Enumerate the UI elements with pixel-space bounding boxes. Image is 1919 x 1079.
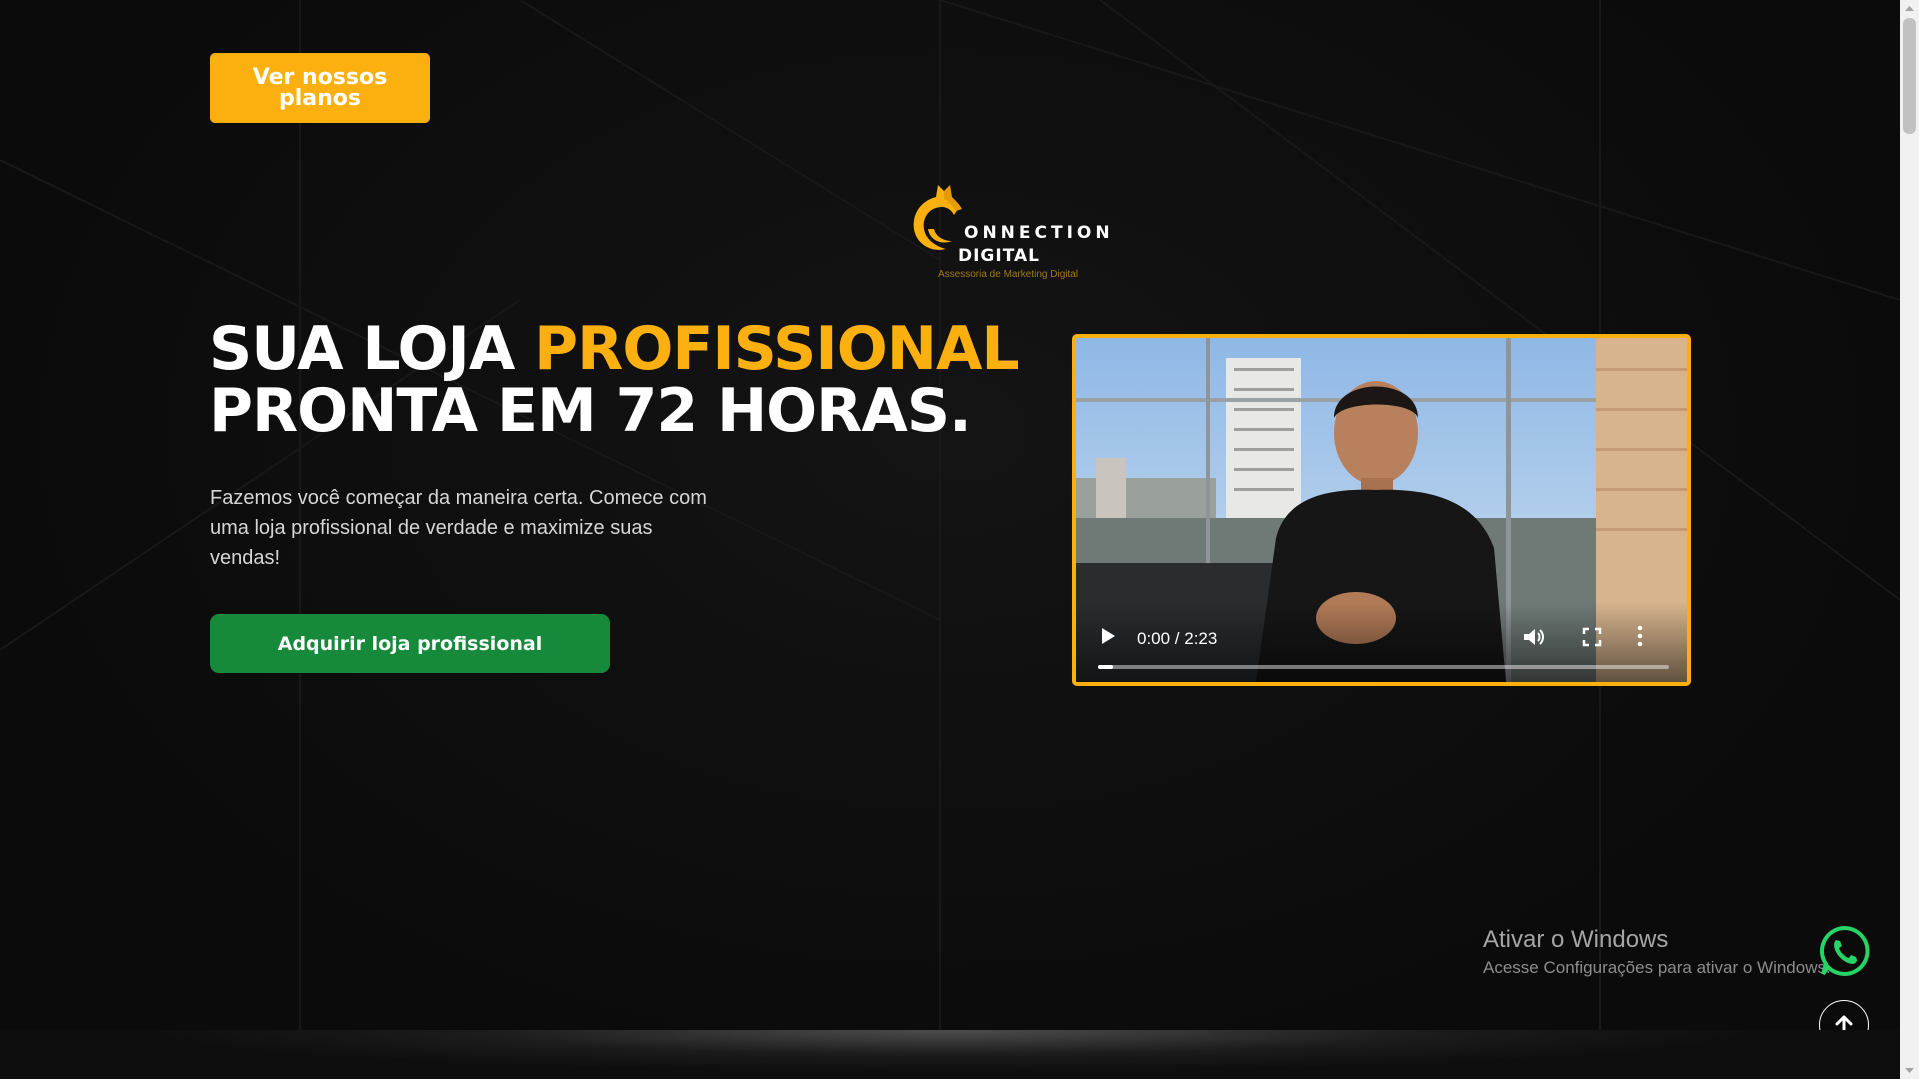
watermark-title: Ativar o Windows xyxy=(1483,926,1669,953)
logo-word-digital: DIGITAL xyxy=(958,246,1040,266)
hero-headline: SUA LOJA PROFISSIONAL PRONTA EM 72 HORAS. xyxy=(209,318,1020,442)
scrollbar-thumb[interactable] xyxy=(1903,18,1916,134)
fullscreen-icon[interactable] xyxy=(1582,627,1602,647)
video-player[interactable]: 0:00 / 2:23 xyxy=(1072,334,1691,686)
hero-subtext: Fazemos você começar da maneira certa. C… xyxy=(210,487,707,569)
more-options-icon[interactable] xyxy=(1636,624,1644,648)
video-time: 0:00 / 2:23 xyxy=(1137,629,1218,648)
volume-icon[interactable] xyxy=(1522,626,1546,648)
next-section-preview xyxy=(0,1030,1900,1079)
windows-activation-watermark: Ativar o Windows Acesse Configurações pa… xyxy=(1483,925,1831,979)
whatsapp-icon[interactable] xyxy=(1818,924,1872,978)
logo-tagline: Assessoria de Marketing Digital xyxy=(938,269,1079,280)
video-progress-fill xyxy=(1098,665,1113,669)
logo-word-connection: ONNECTION xyxy=(964,223,1114,243)
watermark-subtitle: Acesse Configurações para ativar o Windo… xyxy=(1483,958,1831,977)
plans-button[interactable]: Ver nossos planos xyxy=(210,53,430,123)
buy-store-button[interactable]: Adquirir loja profissional xyxy=(210,614,610,673)
scroll-up-arrow-icon[interactable] xyxy=(1900,0,1919,17)
video-progress-bar[interactable] xyxy=(1098,665,1669,669)
play-icon[interactable] xyxy=(1098,626,1118,646)
page-scrollbar[interactable] xyxy=(1900,0,1919,1079)
brand-logo[interactable]: ONNECTION DIGITAL Assessoria de Marketin… xyxy=(908,183,1113,283)
landing-page: Ver nossos planos ONNECTION DIGITAL Asse… xyxy=(0,0,1900,1079)
headline-accent: PROFISSIONAL xyxy=(534,314,1019,384)
scroll-down-arrow-icon[interactable] xyxy=(1900,1062,1919,1079)
video-controls: 0:00 / 2:23 xyxy=(1076,602,1687,682)
headline-part1: SUA LOJA xyxy=(209,314,535,384)
headline-line2: PRONTA EM 72 HORAS. xyxy=(209,376,972,446)
